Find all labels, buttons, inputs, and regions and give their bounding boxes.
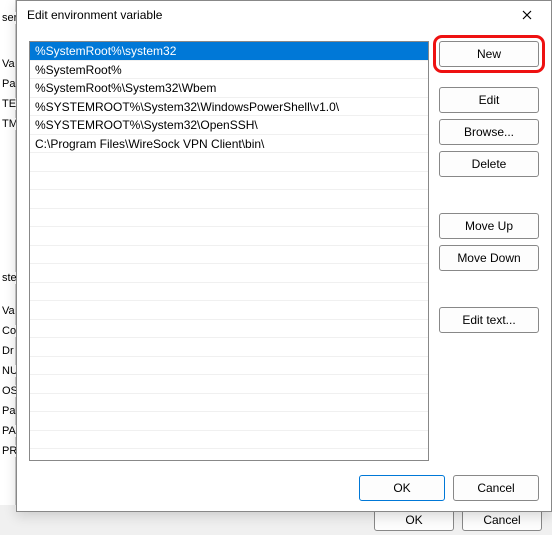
list-item-empty: .	[30, 264, 428, 283]
dialog-title: Edit environment variable	[27, 8, 162, 22]
edit-text-button[interactable]: Edit text...	[439, 307, 539, 333]
bg-text: Dr	[0, 345, 14, 357]
list-item[interactable]: %SYSTEMROOT%\System32\WindowsPowerShell\…	[30, 98, 428, 117]
bg-text: Pa	[0, 78, 15, 90]
list-item-empty: .	[30, 431, 428, 450]
list-item-empty: .	[30, 320, 428, 339]
list-item-empty: .	[30, 283, 428, 302]
list-item-empty: .	[30, 412, 428, 431]
list-item[interactable]: %SystemRoot%	[30, 61, 428, 80]
list-item-empty: .	[30, 301, 428, 320]
list-item[interactable]: %SystemRoot%\System32\Wbem	[30, 79, 428, 98]
list-item-empty: .	[30, 227, 428, 246]
ok-button[interactable]: OK	[359, 475, 445, 501]
bg-text: TE	[0, 98, 16, 110]
edit-env-var-dialog: Edit environment variable %SystemRoot%\s…	[16, 0, 552, 512]
side-button-column: New Edit Browse... Delete Move Up Move D…	[439, 41, 539, 461]
list-item[interactable]: C:\Program Files\WireSock VPN Client\bin…	[30, 135, 428, 154]
bg-text: Co	[0, 325, 16, 337]
new-button[interactable]: New	[439, 41, 539, 67]
bg-text: PA	[0, 425, 16, 437]
close-icon[interactable]	[511, 1, 543, 29]
list-item-empty: .	[30, 375, 428, 394]
list-item[interactable]: %SystemRoot%\system32	[30, 42, 428, 61]
edit-button[interactable]: Edit	[439, 87, 539, 113]
bg-text: ste	[0, 272, 17, 284]
bg-text: Va	[0, 305, 15, 317]
list-item[interactable]: %SYSTEMROOT%\System32\OpenSSH\	[30, 116, 428, 135]
list-item-empty: .	[30, 209, 428, 228]
list-item-empty: .	[30, 357, 428, 376]
list-item-empty: .	[30, 394, 428, 413]
bg-text: PR	[0, 445, 17, 457]
browse-button[interactable]: Browse...	[439, 119, 539, 145]
list-item-empty: .	[30, 153, 428, 172]
move-down-button[interactable]: Move Down	[439, 245, 539, 271]
list-item-empty: .	[30, 338, 428, 357]
move-up-button[interactable]: Move Up	[439, 213, 539, 239]
delete-button[interactable]: Delete	[439, 151, 539, 177]
bg-text: Va	[0, 58, 15, 70]
cancel-button[interactable]: Cancel	[453, 475, 539, 501]
bg-text: Pa	[0, 405, 15, 417]
dialog-footer: OK Cancel	[17, 469, 551, 515]
titlebar: Edit environment variable	[17, 1, 551, 29]
list-item-empty: .	[30, 246, 428, 265]
bg-text: ser	[0, 12, 17, 24]
path-listbox[interactable]: %SystemRoot%\system32 %SystemRoot% %Syst…	[29, 41, 429, 461]
list-item-empty: .	[30, 190, 428, 209]
list-item-empty: .	[30, 172, 428, 191]
